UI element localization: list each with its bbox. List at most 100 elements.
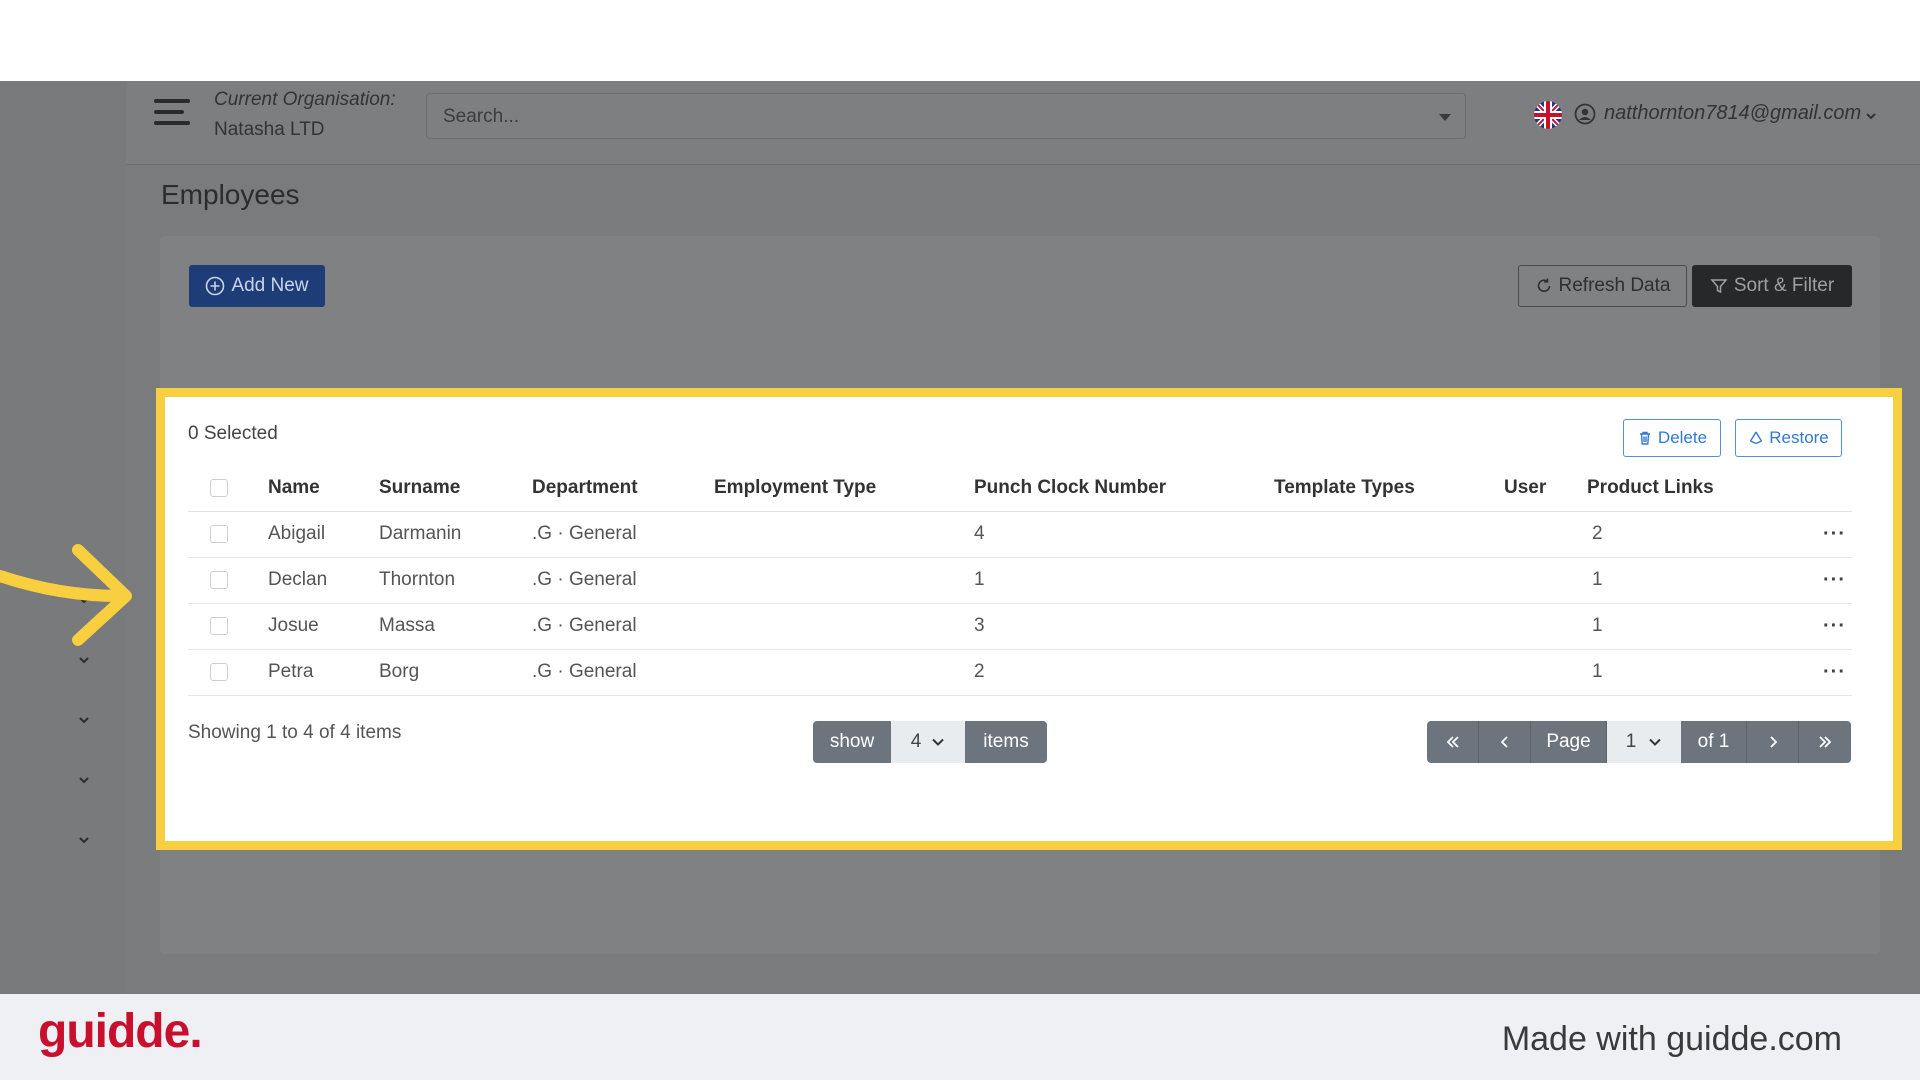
cell-employment-type	[714, 649, 974, 696]
row-actions-menu-icon[interactable]: ···	[1797, 557, 1852, 604]
employees-table-panel: 0 Selected Delete Restore Name Surname D…	[165, 397, 1893, 841]
cell-surname: Thornton	[379, 557, 532, 604]
flag-uk-icon[interactable]	[1534, 101, 1562, 129]
row-actions-menu-icon[interactable]: ···	[1797, 649, 1852, 696]
cell-product-links: 1	[1587, 557, 1797, 604]
table-row[interactable]: Petra Borg .G · General 2 1 ···	[188, 649, 1852, 696]
row-select-cell	[188, 511, 268, 558]
sort-filter-button[interactable]: Sort & Filter	[1692, 265, 1852, 307]
page-title: Employees	[161, 179, 300, 210]
double-chevron-left-icon	[1446, 736, 1459, 748]
add-new-label: Add New	[231, 275, 309, 296]
column-header-user[interactable]: User	[1504, 465, 1587, 512]
row-checkbox[interactable]	[210, 662, 228, 681]
highlighted-table-panel: 0 Selected Delete Restore Name Surname D…	[156, 388, 1902, 850]
previous-page-button[interactable]	[1479, 721, 1531, 763]
delete-label: Delete	[1657, 428, 1708, 447]
cell-department: .G · General	[532, 649, 714, 696]
current-page-value: 1	[1625, 731, 1637, 752]
page-label: Page	[1531, 721, 1607, 763]
hamburger-icon[interactable]	[154, 99, 190, 131]
row-select-cell	[188, 557, 268, 604]
column-header-product-links[interactable]: Product Links	[1587, 465, 1797, 512]
cell-template-types	[1274, 511, 1504, 558]
cell-employment-type	[714, 557, 974, 604]
chevron-right-icon	[1769, 736, 1777, 748]
selected-count: 0 Selected	[188, 423, 278, 444]
cell-name: Petra	[268, 649, 379, 696]
current-organisation-label: Current Organisation:	[214, 89, 396, 110]
column-header-employment-type[interactable]: Employment Type	[714, 465, 974, 512]
cell-department: .G · General	[532, 603, 714, 650]
table-row[interactable]: Josue Massa .G · General 3 1 ···	[188, 603, 1852, 650]
add-new-button[interactable]: Add New	[189, 265, 325, 307]
cell-name: Abigail	[268, 511, 379, 558]
cell-employment-type	[714, 603, 974, 650]
chevron-left-icon	[1500, 736, 1508, 748]
page-size-select[interactable]: 4	[891, 721, 965, 763]
total-pages-label: of 1	[1681, 721, 1747, 763]
table-row[interactable]: Declan Thornton .G · General 1 1 ···	[188, 557, 1852, 604]
cell-punch-clock-number: 3	[974, 603, 1274, 650]
delete-button[interactable]: Delete	[1623, 419, 1721, 457]
page-size-value: 4	[910, 731, 922, 752]
column-header-surname[interactable]: Surname	[379, 465, 532, 512]
pagination-control: Page 1 of 1	[1427, 721, 1851, 763]
cell-surname: Massa	[379, 603, 532, 650]
select-all-checkbox[interactable]	[210, 478, 228, 497]
showing-items-text: Showing 1 to 4 of 4 items	[188, 722, 402, 743]
cell-product-links: 1	[1587, 649, 1797, 696]
arrow-callout-icon	[0, 536, 140, 651]
plus-circle-icon	[206, 276, 225, 296]
recycle-icon	[1750, 431, 1763, 445]
items-label: items	[965, 721, 1047, 763]
row-checkbox[interactable]	[210, 570, 228, 589]
made-with-text: Made with guidde.com	[1501, 1020, 1842, 1058]
guidde-footer: guidde. Made with guidde.com	[0, 994, 1920, 1080]
column-header-name[interactable]: Name	[268, 465, 379, 512]
cell-product-links: 1	[1587, 603, 1797, 650]
cell-template-types	[1274, 649, 1504, 696]
sidebar-chevron-down-icon[interactable]	[74, 653, 94, 673]
row-actions-menu-icon[interactable]: ···	[1797, 511, 1852, 558]
row-select-cell	[188, 649, 268, 696]
show-label: show	[813, 721, 891, 763]
next-page-button[interactable]	[1747, 721, 1799, 763]
restore-button[interactable]: Restore	[1735, 419, 1842, 457]
column-header-template-types[interactable]: Template Types	[1274, 465, 1504, 512]
restore-label: Restore	[1769, 428, 1829, 447]
sidebar-chevron-down-icon[interactable]	[74, 773, 94, 793]
refresh-data-button[interactable]: Refresh Data	[1518, 265, 1687, 307]
sidebar-chevron-down-icon[interactable]	[74, 713, 94, 733]
row-checkbox[interactable]	[210, 616, 228, 635]
cell-product-links: 2	[1587, 511, 1797, 558]
cell-surname: Borg	[379, 649, 532, 696]
sidebar-chevron-down-icon[interactable]	[74, 833, 94, 853]
caret-down-icon	[1439, 114, 1451, 121]
cell-user	[1504, 511, 1587, 558]
cell-employment-type	[714, 511, 974, 558]
current-organisation-name[interactable]: Natasha LTD	[214, 119, 325, 141]
search-select[interactable]: Search...	[426, 93, 1466, 139]
first-page-button[interactable]	[1427, 721, 1479, 763]
row-actions-menu-icon[interactable]: ···	[1797, 603, 1852, 650]
last-page-button[interactable]	[1799, 721, 1851, 763]
refresh-icon	[1537, 278, 1550, 292]
filter-icon	[1710, 279, 1728, 294]
top-margin	[0, 0, 1920, 81]
cell-user	[1504, 603, 1587, 650]
table-header-row: Name Surname Department Employment Type …	[188, 465, 1852, 512]
app-window: Current Organisation: Natasha LTD Search…	[0, 81, 1920, 994]
column-header-department[interactable]: Department	[532, 465, 714, 512]
row-checkbox[interactable]	[210, 524, 228, 543]
row-select-cell	[188, 603, 268, 650]
cell-template-types	[1274, 557, 1504, 604]
page-number-select[interactable]: 1	[1607, 721, 1681, 763]
user-email-menu[interactable]: natthornton7814@gmail.com	[1604, 102, 1861, 125]
table-row[interactable]: Abigail Darmanin .G · General 4 2 ···	[188, 511, 1852, 558]
cell-department: .G · General	[532, 511, 714, 558]
cell-punch-clock-number: 2	[974, 649, 1274, 696]
select-all-cell	[188, 465, 268, 512]
chevron-down-icon[interactable]	[1864, 109, 1878, 123]
column-header-punch-clock-number[interactable]: Punch Clock Number	[974, 465, 1274, 512]
